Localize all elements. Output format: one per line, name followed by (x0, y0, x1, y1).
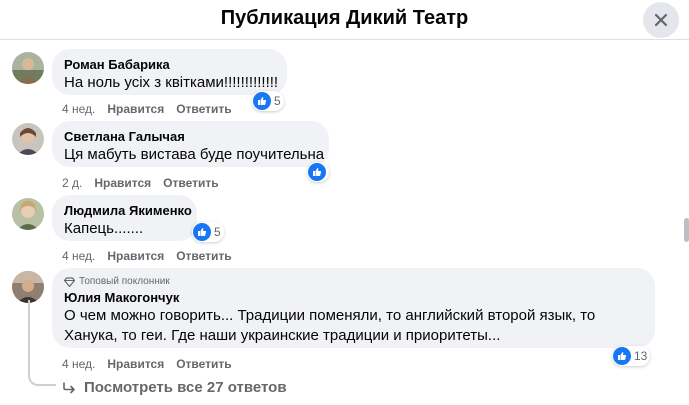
avatar[interactable] (12, 52, 44, 84)
scrollbar-thumb[interactable] (684, 218, 689, 242)
comment-text-line: О чем можно говорить... Традиции поменял… (64, 307, 596, 324)
comment-time[interactable]: 4 нед. (62, 102, 95, 116)
reaction-summary[interactable]: 13 (612, 346, 651, 366)
reply-button[interactable]: Ответить (176, 102, 231, 116)
reaction-count: 5 (214, 225, 221, 239)
close-button[interactable] (643, 2, 679, 38)
avatar[interactable] (12, 271, 44, 303)
comment-actions: 2 д. Нравится Ответить (62, 176, 219, 190)
comment-bubble: Светлана Галычая Ця мабуть вистава буде … (52, 121, 329, 167)
reaction-summary[interactable]: 5 (192, 222, 224, 242)
comment-bubble: Топовый поклонник Юлия Макогончук О чем … (52, 268, 655, 348)
like-icon (613, 347, 631, 365)
comment-text: Капець....... (64, 220, 144, 237)
view-all-replies-link[interactable]: Посмотреть все 27 ответов (62, 379, 287, 396)
top-fan-badge: Топовый поклонник (64, 276, 643, 288)
reply-button[interactable]: Ответить (163, 176, 218, 190)
reply-arrow-icon (63, 381, 75, 393)
comment-bubble: Людмила Якименко Капець....... (52, 195, 197, 241)
dialog-title: Публикация Дикий Театр (220, 7, 469, 29)
like-icon (193, 223, 211, 241)
dialog-header: Публикация Дикий Театр (0, 0, 689, 40)
close-icon (654, 13, 668, 27)
like-icon (308, 163, 326, 181)
comment-text: Ця мабуть вистава буде поучительна (64, 146, 325, 163)
comment-time[interactable]: 2 д. (62, 176, 82, 190)
reply-button[interactable]: Ответить (176, 357, 231, 371)
like-button[interactable]: Нравится (107, 249, 164, 263)
comment-author[interactable]: Роман Бабарика (64, 57, 275, 73)
reply-thread-line (28, 300, 56, 386)
comment-author[interactable]: Людмила Якименко (64, 203, 192, 219)
reaction-count: 13 (634, 349, 648, 363)
comment-time[interactable]: 4 нед. (62, 249, 95, 263)
like-button[interactable]: Нравится (94, 176, 151, 190)
view-all-replies-label: Посмотреть все 27 ответов (84, 379, 287, 396)
comment-time[interactable]: 4 нед. (62, 357, 95, 371)
reaction-count: 5 (274, 94, 281, 108)
badge-label: Топовый поклонник (79, 276, 170, 287)
like-button[interactable]: Нравится (107, 357, 164, 371)
comment-author[interactable]: Светлана Галычая (64, 129, 317, 145)
like-button[interactable]: Нравится (107, 102, 164, 116)
comment-actions: 4 нед. Нравится Ответить (62, 249, 232, 263)
comment-text: На ноль усіх з квітками!!!!!!!!!!!!! (64, 74, 279, 91)
avatar[interactable] (12, 198, 44, 230)
comment-text-line: Ханука, то геи. Где наши украинские трад… (64, 327, 501, 344)
reaction-summary[interactable]: 5 (252, 91, 284, 111)
avatar[interactable] (12, 123, 44, 155)
diamond-icon (64, 277, 75, 287)
reaction-summary[interactable] (307, 162, 329, 182)
comment-bubble: Роман Бабарика На ноль усіх з квітками!!… (52, 49, 287, 95)
comment-author[interactable]: Юлия Макогончук (64, 290, 643, 306)
comment-actions: 4 нед. Нравится Ответить (62, 357, 232, 371)
reply-button[interactable]: Ответить (176, 249, 231, 263)
like-icon (253, 92, 271, 110)
comment-actions: 4 нед. Нравится Ответить (62, 102, 232, 116)
